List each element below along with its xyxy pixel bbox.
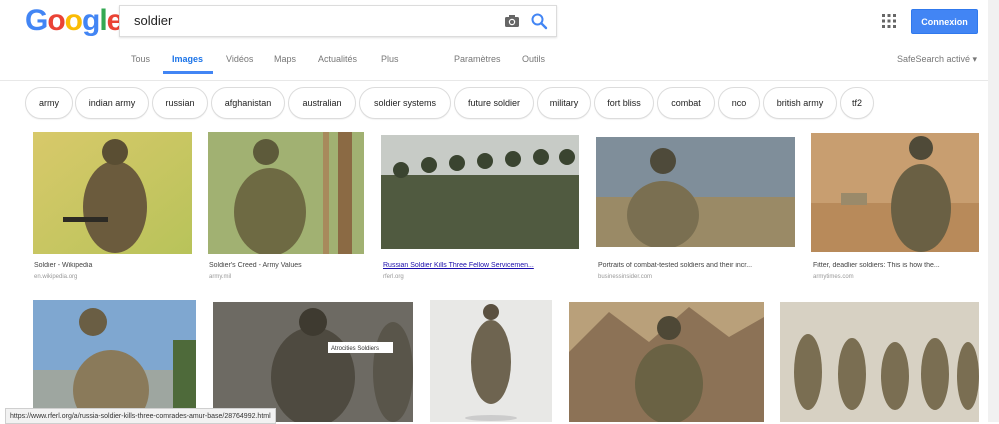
- google-logo[interactable]: Google: [25, 4, 123, 38]
- scrollbar[interactable]: [988, 0, 999, 422]
- result-card[interactable]: [33, 300, 196, 422]
- logo-letter: l: [99, 4, 107, 37]
- result-title[interactable]: Soldier - Wikipedia: [34, 262, 191, 269]
- result-image[interactable]: [596, 137, 795, 247]
- tab-all[interactable]: Tous: [131, 54, 150, 64]
- chip-nco[interactable]: nco: [718, 87, 760, 119]
- search-input[interactable]: [132, 12, 486, 29]
- chip-indian-army[interactable]: indian army: [75, 87, 149, 119]
- result-image[interactable]: [381, 135, 579, 249]
- tab-maps[interactable]: Maps: [274, 54, 296, 64]
- chip-military[interactable]: military: [537, 87, 591, 119]
- camera-icon[interactable]: [504, 13, 520, 29]
- result-card[interactable]: Soldier's Creed - Army Values army.mil: [208, 132, 364, 287]
- result-source: armytimes.com: [813, 274, 854, 280]
- result-title[interactable]: Portraits of combat-tested soldiers and …: [598, 262, 795, 269]
- chip-tf2[interactable]: tf2: [840, 87, 874, 119]
- result-card[interactable]: [780, 302, 979, 422]
- result-title[interactable]: Russian Soldier Kills Three Fellow Servi…: [383, 262, 577, 269]
- chip-australian[interactable]: australian: [288, 87, 356, 119]
- result-image[interactable]: [811, 133, 979, 252]
- result-image[interactable]: [780, 302, 979, 422]
- result-source: en.wikipedia.org: [34, 274, 78, 280]
- chip-afghanistan[interactable]: afghanistan: [211, 87, 285, 119]
- chip-british-army[interactable]: british army: [763, 87, 837, 119]
- active-tab-indicator: [163, 71, 213, 74]
- tab-tools[interactable]: Outils: [522, 54, 545, 64]
- apps-grid-icon[interactable]: [882, 14, 896, 28]
- tab-news[interactable]: Actualités: [318, 54, 357, 64]
- result-title[interactable]: Soldier's Creed - Army Values: [209, 262, 363, 269]
- result-source: rferl.org: [383, 274, 404, 280]
- tab-settings[interactable]: Paramètres: [454, 54, 501, 64]
- logo-letter: o: [64, 4, 83, 37]
- header: Google Connexion Tous Images Vidéos Maps…: [0, 0, 999, 81]
- logo-letter: g: [82, 4, 100, 37]
- result-image[interactable]: [430, 300, 552, 422]
- result-image[interactable]: [33, 300, 196, 422]
- tab-more[interactable]: Plus: [381, 54, 399, 64]
- logo-letter: G: [25, 4, 48, 37]
- search-icon[interactable]: [530, 12, 548, 30]
- result-image[interactable]: [33, 132, 192, 254]
- result-card[interactable]: Soldier - Wikipedia en.wikipedia.org: [33, 132, 192, 287]
- image-overlay-text: Atrocities Soldiers: [331, 346, 379, 352]
- chip-future-soldier[interactable]: future soldier: [454, 87, 534, 119]
- search-box: [119, 5, 557, 37]
- result-image[interactable]: [208, 132, 364, 254]
- result-image[interactable]: [569, 302, 764, 422]
- result-card[interactable]: [430, 300, 552, 422]
- result-source: businessinsider.com: [598, 274, 653, 280]
- result-title[interactable]: Fitter, deadlier soldiers: This is how t…: [813, 262, 979, 269]
- chip-army[interactable]: army: [25, 87, 73, 119]
- result-card[interactable]: Atrocities Soldiers: [213, 302, 413, 422]
- safesearch-toggle[interactable]: SafeSearch activé ▾: [897, 54, 977, 65]
- result-card[interactable]: Fitter, deadlier soldiers: This is how t…: [811, 133, 979, 287]
- result-source: army.mil: [209, 274, 232, 280]
- chip-fort-bliss[interactable]: fort bliss: [594, 87, 654, 119]
- chip-soldier-systems[interactable]: soldier systems: [359, 87, 451, 119]
- logo-letter: o: [47, 4, 65, 37]
- tab-images[interactable]: Images: [172, 54, 203, 64]
- chip-combat[interactable]: combat: [657, 87, 715, 119]
- chip-russian[interactable]: russian: [152, 87, 208, 119]
- result-card[interactable]: [569, 302, 764, 422]
- result-card[interactable]: Portraits of combat-tested soldiers and …: [596, 137, 795, 287]
- search-tabs: Tous Images Vidéos Maps Actualités Plus …: [0, 52, 999, 78]
- tab-videos[interactable]: Vidéos: [226, 54, 253, 64]
- result-image[interactable]: Atrocities Soldiers: [213, 302, 413, 422]
- signin-button[interactable]: Connexion: [911, 9, 978, 34]
- result-card[interactable]: Russian Soldier Kills Three Fellow Servi…: [381, 135, 579, 287]
